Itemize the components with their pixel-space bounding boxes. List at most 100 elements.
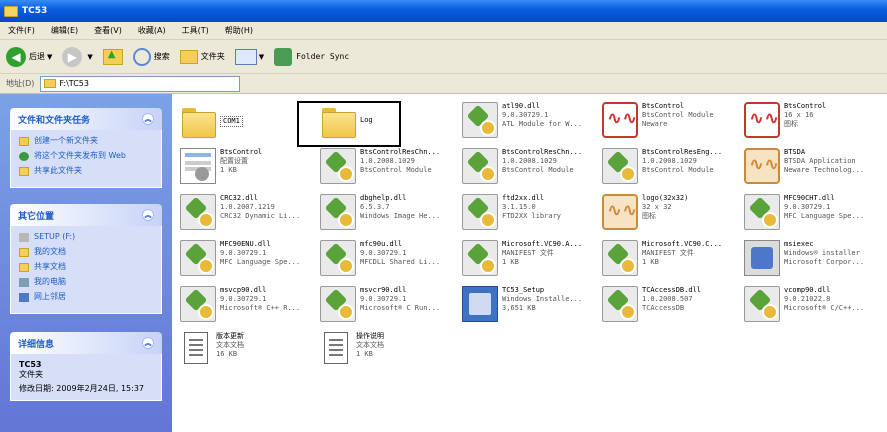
file-item[interactable]: BtsControlResChn... 1.0.2008.1029 BtsContr… — [462, 148, 582, 184]
file-item[interactable]: BtsControlResEng... 1.0.2008.1029 BtsContr… — [602, 148, 722, 184]
dll-file-icon — [180, 286, 216, 322]
file-name: BtsControl — [642, 102, 685, 110]
config-file-icon — [180, 148, 216, 184]
other-places-header[interactable]: 其它位置 ︽ — [10, 204, 162, 226]
menu-tools[interactable]: 工具(T) — [182, 25, 209, 36]
dll-file-icon — [602, 148, 638, 184]
chevron-up-icon[interactable]: ︽ — [142, 209, 154, 221]
place-label: SETUP (F:) — [34, 232, 76, 241]
forward-button[interactable]: ▶ ▼ — [62, 46, 93, 67]
address-input[interactable]: F:\TC53 — [40, 75, 241, 92]
file-item[interactable]: TCAccessDB.dll 1.0.2008.507 TCAccessDB — [602, 286, 701, 322]
chevron-up-icon[interactable]: ︽ — [142, 337, 154, 349]
file-name: COM1 — [223, 117, 240, 125]
menu-view[interactable]: 查看(V) — [94, 25, 122, 36]
file-item[interactable]: vcomp90.dll 9.0.21022.8 Microsoft® C/C++..… — [744, 286, 864, 322]
file-item[interactable]: mfc90u.dll 9.0.30729.1 MFCDLL Shared Li... — [320, 240, 440, 276]
file-dimensions: 32 x 32 — [642, 203, 672, 211]
file-name: BtsControlResEng... — [642, 148, 723, 156]
file-description: TCAccessDB — [642, 304, 685, 312]
views-icon — [234, 48, 257, 65]
file-name: dbghelp.dll — [360, 194, 407, 202]
dll-file-icon — [180, 240, 216, 276]
file-description: Windows® installer — [784, 249, 860, 257]
file-name: BTSDA — [784, 148, 806, 156]
file-item[interactable]: BtsControlBtsControl ModuleNeware — [602, 102, 714, 138]
place-my-computer[interactable]: 我的电脑 — [19, 277, 153, 287]
text-document-icon — [324, 332, 348, 364]
file-item[interactable]: 操作说明 文本文档 1 KB — [320, 332, 384, 364]
file-item[interactable]: MFC90CHT.dll 9.0.30729.1 MFC Language Spe.… — [744, 194, 864, 230]
place-network[interactable]: 网上邻居 — [19, 292, 153, 302]
shared-documents-icon — [19, 263, 29, 272]
file-name: msvcp90.dll — [220, 286, 267, 294]
file-item[interactable]: BtsControl 配置设置 1 KB — [180, 148, 262, 184]
share-folder-icon — [19, 167, 29, 176]
file-name: 版本更新 — [216, 332, 244, 340]
details-body: TC53 文件夹 修改日期: 2009年2月24日, 15:37 — [10, 354, 162, 401]
file-version: 1.0.2008.1029 — [642, 157, 697, 165]
file-item[interactable]: msvcp90.dll 9.0.30729.1 Microsoft® C++ R..… — [180, 286, 300, 322]
task-label: 创建一个新文件夹 — [34, 136, 98, 145]
chevron-up-icon[interactable]: ︽ — [142, 113, 154, 125]
text-document-icon — [184, 332, 208, 364]
file-name: BtsControl — [220, 148, 263, 156]
details-header[interactable]: 详细信息 ︽ — [10, 332, 162, 354]
folder-sync-button[interactable]: Folder Sync — [274, 47, 349, 66]
place-my-documents[interactable]: 我的文档 — [19, 247, 153, 257]
file-list-view: COM1 Log atl90.dll 9.0.30729.1 ATL Module … — [172, 94, 887, 432]
task-pane: 文件和文件夹任务 ︽ 创建一个新文件夹 将这个文件夹发布到 Web 共享此文件夹… — [0, 94, 172, 432]
search-button[interactable]: 搜索 — [132, 47, 170, 66]
menu-file[interactable]: 文件(F) — [8, 25, 35, 36]
folders-button[interactable]: 文件夹 — [179, 49, 225, 64]
file-item[interactable]: BtsControlResChn... 1.0.2008.1029 BtsContr… — [320, 148, 440, 184]
file-type: Windows Installe... — [502, 295, 583, 303]
file-description: MFCDLL Shared Li... — [360, 258, 441, 266]
file-item[interactable]: dbghelp.dll 6.5.3.7 Windows Image He... — [320, 194, 440, 230]
task-share-folder[interactable]: 共享此文件夹 — [19, 166, 153, 176]
other-places-body: SETUP (F:) 我的文档 共享文档 我的电脑 网上邻居 — [10, 226, 162, 314]
file-name: ftd2xx.dll — [502, 194, 545, 202]
file-tasks-header[interactable]: 文件和文件夹任务 ︽ — [10, 108, 162, 130]
details-type: 文件夹 — [19, 370, 43, 379]
file-item[interactable]: 版本更新 文本文档 16 KB — [180, 332, 244, 364]
dll-file-icon — [602, 286, 638, 322]
documents-icon — [19, 248, 29, 257]
file-version: 9.0.30729.1 — [502, 111, 549, 119]
file-item[interactable]: logo(32x32)32 x 32图标 — [602, 194, 688, 230]
file-tasks-body: 创建一个新文件夹 将这个文件夹发布到 Web 共享此文件夹 — [10, 130, 162, 188]
place-setup-drive[interactable]: SETUP (F:) — [19, 232, 153, 242]
back-button[interactable]: ◀ 后退 ▼ — [6, 46, 52, 67]
menu-edit[interactable]: 编辑(E) — [51, 25, 78, 36]
file-description: BtsControl Module — [502, 166, 574, 174]
dll-file-icon — [462, 102, 498, 138]
file-item[interactable]: msiexec Windows® installer Microsoft Corpo… — [744, 240, 864, 276]
file-item[interactable]: TC53_Setup Windows Installe... 3,651 KB — [462, 286, 582, 322]
up-button[interactable] — [102, 48, 123, 65]
menu-help[interactable]: 帮助(H) — [225, 25, 253, 36]
file-item[interactable]: Microsoft.VC90.C... MANIFEST 文件 1 KB — [602, 240, 722, 276]
file-item[interactable]: msvcr90.dll 9.0.30729.1 Microsoft® C Run..… — [320, 286, 440, 322]
address-path: F:\TC53 — [59, 79, 89, 88]
dll-file-icon — [320, 148, 356, 184]
file-description: FTD2XX library — [502, 212, 562, 220]
computer-icon — [19, 278, 29, 287]
task-new-folder[interactable]: 创建一个新文件夹 — [19, 136, 153, 146]
place-shared-documents[interactable]: 共享文档 — [19, 262, 153, 272]
file-version: 9.0.21022.8 — [784, 295, 831, 303]
views-button[interactable]: ▼ — [234, 48, 264, 65]
menu-bar: 文件(F) 编辑(E) 查看(V) 收藏(A) 工具(T) 帮助(H) — [0, 22, 887, 40]
file-item[interactable]: ftd2xx.dll 3.1.15.0 FTD2XX library — [462, 194, 561, 230]
sync-icon — [274, 47, 293, 66]
task-publish-web[interactable]: 将这个文件夹发布到 Web — [19, 151, 153, 161]
file-item[interactable]: atl90.dll 9.0.30729.1 ATL Module for W... — [462, 102, 582, 138]
file-name: MFC90CHT.dll — [784, 194, 835, 202]
file-item[interactable]: CRC32.dll 1.0.2007.1219 CRC32 Dynamic Li..… — [180, 194, 300, 230]
menu-favorites[interactable]: 收藏(A) — [138, 25, 166, 36]
file-item[interactable]: COM1 — [180, 102, 243, 138]
file-item[interactable]: BtsControl16 x 16图标 — [744, 102, 826, 138]
file-item[interactable]: Microsoft.VC90.A... MANIFEST 文件 1 KB — [462, 240, 582, 276]
file-item[interactable]: MFC90ENU.dll 9.0.30729.1 MFC Language Spe.… — [180, 240, 300, 276]
file-item[interactable]: BTSDABTSDA ApplicationNeware Technolog..… — [744, 148, 864, 184]
waveform-app-icon — [744, 102, 780, 138]
